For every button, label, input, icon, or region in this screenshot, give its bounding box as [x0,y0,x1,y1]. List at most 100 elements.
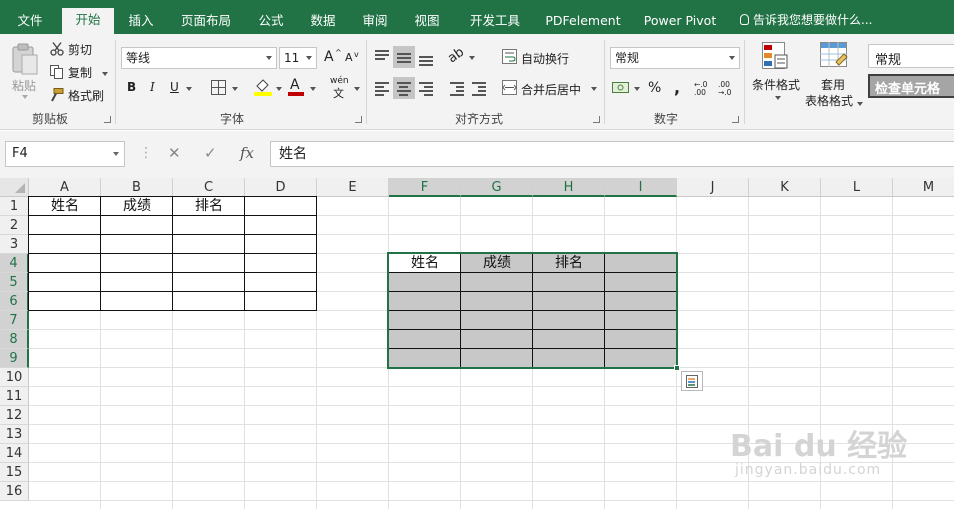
column-header-k[interactable]: K [749,178,821,197]
tab-developer[interactable]: 开发工具 [460,9,530,34]
format-as-table-button[interactable]: 套用 表格格式 [804,40,864,108]
align-center-button[interactable] [393,77,415,99]
row-header-2[interactable]: 2 [0,216,29,235]
row-header-5[interactable]: 5 [0,273,29,292]
wrap-text-label: 自动换行 [521,52,570,66]
row-header-15[interactable]: 15 [0,463,29,482]
tell-me-search[interactable]: 告诉我您想要做什么... [740,9,872,34]
increase-decimal-button[interactable]: ←.0 .00 [694,77,716,99]
column-header-i[interactable]: I [605,178,677,197]
tab-page-layout[interactable]: 页面布局 [172,9,240,34]
cut-button[interactable]: 剪切 [50,40,110,60]
increase-indent-button[interactable] [467,77,489,99]
clipboard-launcher-icon[interactable] [104,116,111,123]
name-box[interactable]: F4 [5,141,125,167]
number-launcher-icon[interactable] [732,116,739,123]
align-middle-icon [397,53,411,65]
worksheet-grid[interactable]: ABCDEFGHIJKLM 1 2 3 4 5 6 7 8 9 10 11 12 13 14 15 16 姓名… [0,178,954,509]
select-all-button[interactable] [0,178,29,197]
tab-view[interactable]: 视图 [406,9,448,34]
quick-analysis-button[interactable] [681,371,703,391]
font-color-button[interactable]: A [286,77,318,99]
row-header-13[interactable]: 13 [0,425,29,444]
phonetic-button[interactable]: wén 文 [330,76,362,100]
tab-home[interactable]: 开始 [62,8,114,34]
row-header-3[interactable]: 3 [0,235,29,254]
increase-font-button[interactable]: A ^ [322,47,344,69]
paste-button[interactable]: 粘贴 [8,40,42,100]
style-normal-swatch[interactable]: 常规 [868,44,954,68]
row-header-8[interactable]: 8 [0,330,29,349]
italic-button[interactable]: I [143,77,165,99]
row-header-6[interactable]: 6 [0,292,29,311]
align-right-button[interactable] [415,77,437,99]
row-header-9[interactable]: 9 [0,349,29,368]
row-header-1[interactable]: 1 [0,197,29,216]
column-header-m[interactable]: M [893,178,954,197]
row-header-16[interactable]: 16 [0,482,29,501]
copy-dropdown-icon [102,72,108,76]
tab-formulas[interactable]: 公式 [250,9,292,34]
column-header-e[interactable]: E [317,178,389,197]
decrease-font-button[interactable]: A v [342,47,364,69]
copy-button[interactable]: 复制 [50,63,112,83]
decrease-decimal-button[interactable]: .00 →.0 [718,77,740,99]
style-check-cell-swatch[interactable]: 检查单元格 [868,74,954,98]
align-bottom-button[interactable] [415,46,437,68]
column-header-b[interactable]: B [101,178,173,197]
underline-button[interactable]: U [166,77,194,99]
tab-power-pivot[interactable]: Power Pivot [638,9,722,34]
format-painter-button[interactable]: 格式刷 [50,86,112,106]
style-check-cell-label: 检查单元格 [875,82,941,97]
tab-data[interactable]: 数据 [302,9,344,34]
column-header-l[interactable]: L [821,178,893,197]
merge-center-button[interactable]: 合并后居中 [500,77,600,99]
row-header-10[interactable]: 10 [0,368,29,387]
enter-icon[interactable]: ✓ [204,144,217,162]
cancel-icon[interactable]: ✕ [168,144,181,162]
insert-function-icon[interactable]: fx [240,144,254,162]
align-bottom-icon [419,56,433,68]
align-middle-button[interactable] [393,46,415,68]
fill-color-button[interactable] [252,77,284,99]
table1-header-cell: 成绩 [123,198,151,214]
tab-pdfelement[interactable]: PDFelement [542,9,624,34]
conditional-formatting-button[interactable]: 条件格式 [750,40,802,108]
column-header-h[interactable]: H [533,178,605,197]
column-header-j[interactable]: J [677,178,749,197]
row-header-7[interactable]: 7 [0,311,29,330]
row-header-14[interactable]: 14 [0,444,29,463]
bold-button[interactable]: B [121,77,143,99]
tab-insert[interactable]: 插入 [120,9,162,34]
wrap-text-button[interactable]: 自动换行 [500,46,590,68]
font-size-combo[interactable]: 11 [279,47,317,69]
align-left-button[interactable] [371,77,393,99]
column-header-f[interactable]: F [389,178,461,197]
comma-style-button[interactable]: , [666,77,688,99]
percent-button[interactable]: % [644,77,666,99]
decrease-indent-button[interactable] [445,77,467,99]
tell-me-text: 告诉我您想要做什么... [753,13,873,27]
row-header-12[interactable]: 12 [0,406,29,425]
font-launcher-icon[interactable] [355,116,362,123]
number-format-combo[interactable]: 常规 [610,47,740,69]
orientation-button[interactable]: ab [445,45,477,68]
format-painter-label: 格式刷 [68,89,105,103]
align-top-button[interactable] [371,46,393,68]
tab-file[interactable]: 文件 [8,9,52,34]
column-header-g[interactable]: G [461,178,533,197]
alignment-launcher-icon[interactable] [593,116,600,123]
column-header-a[interactable]: A [29,178,101,197]
formula-input[interactable]: 姓名 [270,141,954,167]
row-header-4[interactable]: 4 [0,254,29,273]
column-header-c[interactable]: C [173,178,245,197]
align-center-icon [397,82,411,98]
font-name-combo[interactable]: 等线 [121,47,277,69]
fill-handle[interactable] [674,365,680,371]
row-header-11[interactable]: 11 [0,387,29,406]
borders-button[interactable] [208,77,240,99]
tab-review[interactable]: 审阅 [354,9,396,34]
chevron-down-icon [266,56,272,60]
accounting-format-button[interactable] [610,77,642,99]
column-header-d[interactable]: D [245,178,317,197]
